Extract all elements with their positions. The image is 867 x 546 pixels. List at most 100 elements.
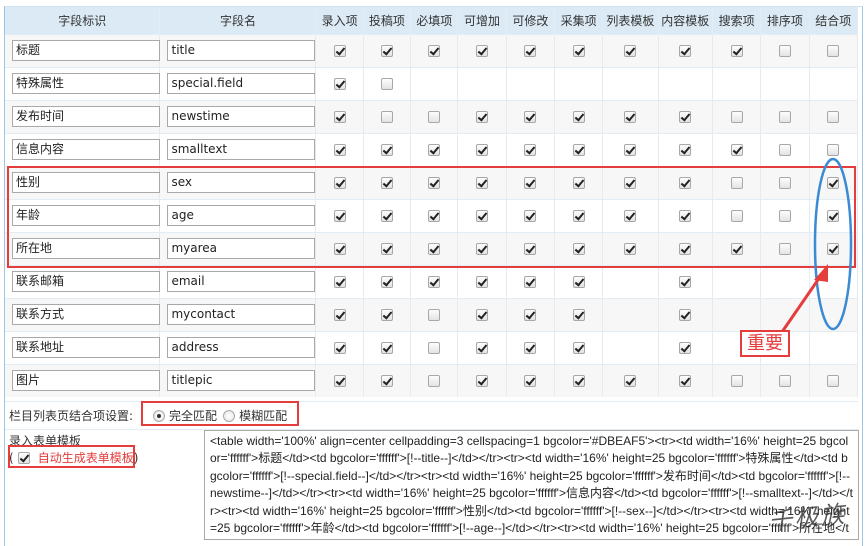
flag-checkbox[interactable] xyxy=(572,111,585,123)
field-label-input[interactable]: 年龄 xyxy=(12,205,160,226)
flag-checkbox[interactable] xyxy=(524,309,537,321)
flag-checkbox[interactable] xyxy=(778,45,791,57)
flag-checkbox[interactable] xyxy=(380,375,393,388)
flag-checkbox[interactable] xyxy=(524,210,537,222)
flag-checkbox[interactable] xyxy=(572,144,585,156)
flag-checkbox[interactable] xyxy=(679,144,692,156)
flag-checkbox[interactable] xyxy=(827,177,840,189)
flag-checkbox[interactable] xyxy=(679,342,692,354)
field-name-input[interactable]: mycontact xyxy=(167,304,316,325)
flag-checkbox[interactable] xyxy=(380,45,393,57)
radio-exact-match[interactable] xyxy=(153,409,166,422)
flag-checkbox[interactable] xyxy=(572,276,585,288)
flag-checkbox[interactable] xyxy=(380,210,393,222)
flag-checkbox[interactable] xyxy=(333,111,346,123)
flag-checkbox[interactable] xyxy=(524,177,537,189)
field-name-input[interactable]: titlepic xyxy=(167,370,316,392)
flag-checkbox[interactable] xyxy=(476,144,489,156)
radio-exact-match-label[interactable]: 完全匹配 xyxy=(169,407,217,424)
field-name-input[interactable]: sex xyxy=(167,172,316,193)
radio-fuzzy-match-label[interactable]: 模糊匹配 xyxy=(239,407,287,424)
flag-checkbox[interactable] xyxy=(572,210,585,222)
flag-checkbox[interactable] xyxy=(778,177,791,189)
flag-checkbox[interactable] xyxy=(476,111,489,123)
flag-checkbox[interactable] xyxy=(624,210,637,222)
flag-checkbox[interactable] xyxy=(572,375,585,388)
flag-checkbox[interactable] xyxy=(524,342,537,354)
flag-checkbox[interactable] xyxy=(428,375,441,388)
flag-checkbox[interactable] xyxy=(572,177,585,189)
flag-checkbox[interactable] xyxy=(679,210,692,222)
flag-checkbox[interactable] xyxy=(333,45,346,57)
flag-checkbox[interactable] xyxy=(778,375,791,388)
flag-checkbox[interactable] xyxy=(730,111,743,123)
field-name-input[interactable]: address xyxy=(167,337,316,358)
flag-checkbox[interactable] xyxy=(572,342,585,354)
flag-checkbox[interactable] xyxy=(428,111,441,123)
flag-checkbox[interactable] xyxy=(624,243,637,255)
flag-checkbox[interactable] xyxy=(730,375,743,388)
field-label-input[interactable]: 性别 xyxy=(12,172,160,193)
flag-checkbox[interactable] xyxy=(778,111,791,123)
flag-checkbox[interactable] xyxy=(428,309,441,321)
field-name-input[interactable]: smalltext xyxy=(167,139,316,160)
flag-checkbox[interactable] xyxy=(333,342,346,354)
field-name-input[interactable]: newstime xyxy=(167,106,316,127)
flag-checkbox[interactable] xyxy=(333,243,346,255)
flag-checkbox[interactable] xyxy=(827,111,840,123)
flag-checkbox[interactable] xyxy=(827,243,840,255)
flag-checkbox[interactable] xyxy=(333,78,346,90)
flag-checkbox[interactable] xyxy=(476,375,489,388)
flag-checkbox[interactable] xyxy=(476,45,489,57)
flag-checkbox[interactable] xyxy=(679,375,692,388)
flag-checkbox[interactable] xyxy=(730,210,743,222)
flag-checkbox[interactable] xyxy=(333,210,346,222)
flag-checkbox[interactable] xyxy=(778,210,791,222)
flag-checkbox[interactable] xyxy=(572,243,585,255)
flag-checkbox[interactable] xyxy=(778,144,791,156)
flag-checkbox[interactable] xyxy=(524,375,537,388)
flag-checkbox[interactable] xyxy=(679,111,692,123)
field-name-input[interactable]: myarea xyxy=(167,238,316,259)
flag-checkbox[interactable] xyxy=(524,243,537,255)
flag-checkbox[interactable] xyxy=(428,210,441,222)
flag-checkbox[interactable] xyxy=(524,45,537,57)
flag-checkbox[interactable] xyxy=(380,111,393,123)
field-label-input[interactable]: 联系邮箱 xyxy=(12,271,160,292)
flag-checkbox[interactable] xyxy=(380,243,393,255)
flag-checkbox[interactable] xyxy=(476,342,489,354)
flag-checkbox[interactable] xyxy=(380,309,393,321)
field-label-input[interactable]: 发布时间 xyxy=(12,106,160,127)
form-template-textarea[interactable]: <table width='100%' align=center cellpad… xyxy=(204,430,859,540)
field-name-input[interactable]: email xyxy=(167,271,316,292)
field-label-input[interactable]: 所在地 xyxy=(12,238,160,259)
field-label-input[interactable]: 信息内容 xyxy=(12,139,160,160)
flag-checkbox[interactable] xyxy=(428,144,441,156)
flag-checkbox[interactable] xyxy=(524,144,537,156)
flag-checkbox[interactable] xyxy=(476,177,489,189)
flag-checkbox[interactable] xyxy=(778,243,791,255)
flag-checkbox[interactable] xyxy=(333,309,346,321)
flag-checkbox[interactable] xyxy=(428,45,441,57)
flag-checkbox[interactable] xyxy=(428,342,441,354)
flag-checkbox[interactable] xyxy=(380,177,393,189)
flag-checkbox[interactable] xyxy=(730,243,743,255)
radio-fuzzy-match[interactable] xyxy=(223,409,236,422)
flag-checkbox[interactable] xyxy=(679,177,692,189)
flag-checkbox[interactable] xyxy=(524,276,537,288)
field-name-input[interactable]: special.field xyxy=(167,73,316,94)
flag-checkbox[interactable] xyxy=(476,276,489,288)
flag-checkbox[interactable] xyxy=(476,309,489,321)
flag-checkbox[interactable] xyxy=(730,144,743,156)
flag-checkbox[interactable] xyxy=(679,45,692,57)
flag-checkbox[interactable] xyxy=(827,210,840,222)
flag-checkbox[interactable] xyxy=(380,342,393,354)
field-label-input[interactable]: 特殊属性 xyxy=(12,73,160,94)
flag-checkbox[interactable] xyxy=(624,144,637,156)
flag-checkbox[interactable] xyxy=(428,177,441,189)
flag-checkbox[interactable] xyxy=(476,210,489,222)
flag-checkbox[interactable] xyxy=(333,375,346,388)
flag-checkbox[interactable] xyxy=(380,276,393,288)
flag-checkbox[interactable] xyxy=(380,144,393,156)
flag-checkbox[interactable] xyxy=(679,243,692,255)
